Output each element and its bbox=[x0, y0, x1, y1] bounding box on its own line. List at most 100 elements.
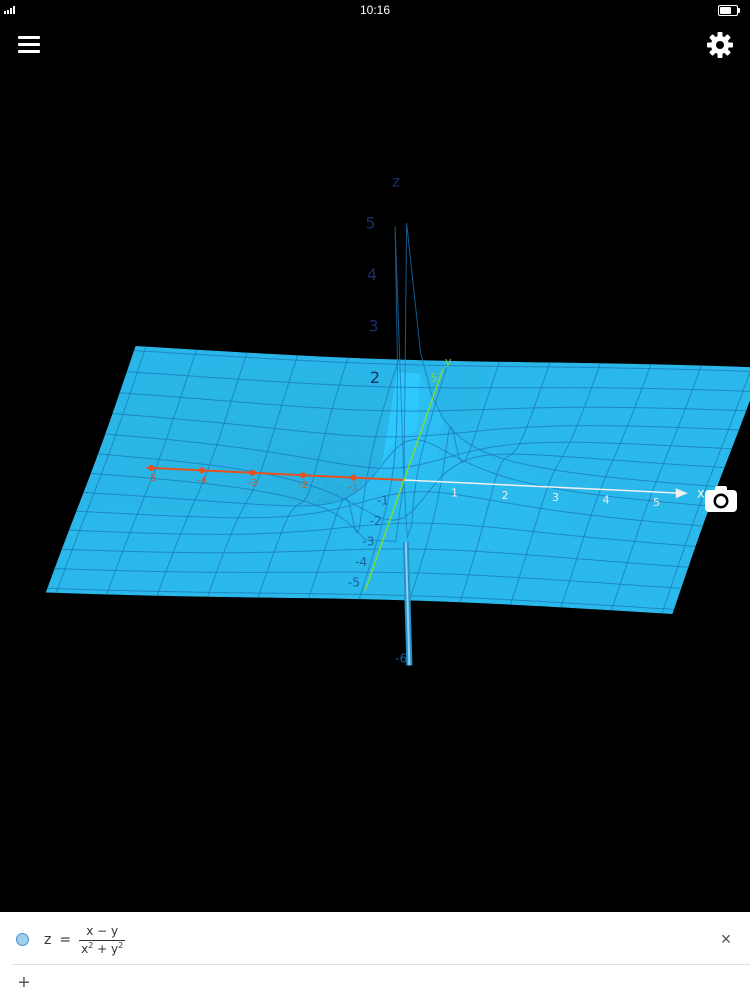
surface-face bbox=[90, 524, 118, 535]
plus-icon: + bbox=[18, 972, 30, 994]
expression-formula[interactable]: z = x − y x2 + y2 bbox=[44, 918, 126, 962]
surface-face bbox=[479, 561, 507, 574]
camera-button[interactable] bbox=[704, 484, 738, 514]
y-tick-label: -1 bbox=[377, 494, 389, 508]
surface-face bbox=[543, 576, 571, 588]
surface-face bbox=[326, 548, 354, 561]
surface-face bbox=[560, 415, 587, 425]
y-tick-label: -2 bbox=[370, 514, 382, 528]
graph-3d-view[interactable]: x1 2 3 4 5-1-2-3-4-5y5-1-2-3-4-5z2345-6 bbox=[0, 0, 750, 910]
surface-face bbox=[531, 431, 558, 441]
surface-face bbox=[374, 537, 401, 550]
surface-face bbox=[419, 537, 446, 550]
surface-face bbox=[173, 543, 201, 553]
surface-face bbox=[681, 391, 708, 402]
surface-face bbox=[186, 569, 213, 579]
surface-face bbox=[359, 421, 386, 435]
surface-face bbox=[163, 568, 191, 579]
surface-face bbox=[617, 381, 645, 392]
add-expression-button[interactable]: + bbox=[12, 970, 36, 996]
menu-button[interactable] bbox=[16, 32, 44, 56]
expression-lhs: z bbox=[44, 932, 52, 948]
x-tick-marker bbox=[199, 467, 205, 474]
surface-face bbox=[202, 527, 229, 537]
surface-face bbox=[483, 380, 510, 391]
surface-face bbox=[655, 399, 683, 410]
surface-face bbox=[458, 390, 485, 401]
x-tick-marker bbox=[249, 469, 256, 476]
surface-face bbox=[547, 389, 574, 400]
surface-face bbox=[212, 506, 239, 515]
surface-face bbox=[675, 408, 702, 419]
surface-face bbox=[547, 566, 574, 579]
surface-face bbox=[633, 582, 660, 594]
surface-face bbox=[496, 408, 523, 419]
close-icon: × bbox=[720, 929, 732, 949]
surface-face bbox=[579, 423, 606, 433]
surface-face bbox=[486, 371, 514, 382]
surface-face bbox=[279, 384, 306, 397]
fraction-denominator: x2 + y2 bbox=[79, 941, 125, 957]
surface-face bbox=[547, 445, 574, 453]
surface-face bbox=[690, 425, 718, 436]
expression-equals: = bbox=[59, 932, 72, 948]
delete-expression-button[interactable]: × bbox=[716, 929, 736, 949]
surface-face bbox=[263, 363, 290, 376]
surface-face bbox=[556, 423, 584, 433]
surface-face bbox=[84, 540, 111, 551]
surface-face bbox=[192, 552, 220, 562]
surface-face bbox=[125, 550, 153, 561]
surface-face bbox=[282, 374, 309, 387]
surface-face bbox=[227, 520, 255, 529]
surface-face bbox=[170, 551, 197, 562]
surface-face bbox=[541, 407, 568, 417]
x-tick-label: 3 bbox=[552, 491, 559, 504]
surface-face bbox=[329, 538, 357, 551]
surface-face bbox=[687, 434, 715, 444]
surface-face bbox=[636, 572, 663, 585]
surface-face bbox=[569, 389, 597, 400]
surface-face bbox=[572, 381, 600, 391]
surface-face bbox=[435, 559, 462, 572]
divider bbox=[12, 964, 750, 965]
settings-button[interactable] bbox=[704, 29, 736, 61]
surface-face bbox=[464, 370, 491, 382]
expression-color-dot[interactable] bbox=[16, 933, 29, 946]
x-tick-label: -5 bbox=[147, 473, 157, 484]
expression-row[interactable]: z = x − y x2 + y2 × bbox=[0, 912, 750, 964]
surface-face bbox=[694, 417, 721, 428]
surface-face bbox=[502, 563, 529, 576]
surface-face bbox=[518, 584, 545, 597]
surface-face bbox=[215, 552, 242, 562]
z-tick-label: 5 bbox=[365, 214, 375, 233]
surface-face bbox=[112, 525, 140, 535]
surface-face bbox=[521, 574, 548, 587]
surface-face bbox=[237, 372, 265, 384]
surface-face bbox=[534, 423, 562, 434]
surface-face bbox=[109, 533, 137, 544]
surface-face bbox=[428, 499, 455, 515]
surface-face bbox=[476, 572, 504, 585]
surface-face bbox=[240, 362, 268, 375]
surface-face bbox=[508, 542, 535, 556]
surface-face bbox=[575, 431, 603, 440]
surface-face bbox=[103, 491, 130, 502]
z-tick-label: 4 bbox=[367, 265, 377, 284]
surface-face bbox=[307, 539, 334, 552]
surface-face bbox=[119, 567, 146, 578]
surface-face bbox=[396, 537, 424, 550]
surface-face bbox=[585, 588, 612, 601]
surface-face bbox=[183, 519, 210, 529]
surface-face bbox=[199, 535, 226, 545]
surface-face bbox=[227, 578, 255, 589]
surface-face bbox=[444, 526, 471, 540]
surface-face bbox=[620, 372, 648, 383]
surface-face bbox=[237, 551, 264, 562]
surface-face bbox=[304, 375, 332, 388]
surface-face bbox=[652, 407, 680, 418]
x-tick-label: 1 bbox=[451, 486, 458, 499]
surface-face bbox=[486, 540, 513, 554]
surface-face bbox=[395, 372, 421, 441]
surface-face bbox=[592, 390, 619, 400]
x-tick-marker bbox=[148, 465, 155, 471]
